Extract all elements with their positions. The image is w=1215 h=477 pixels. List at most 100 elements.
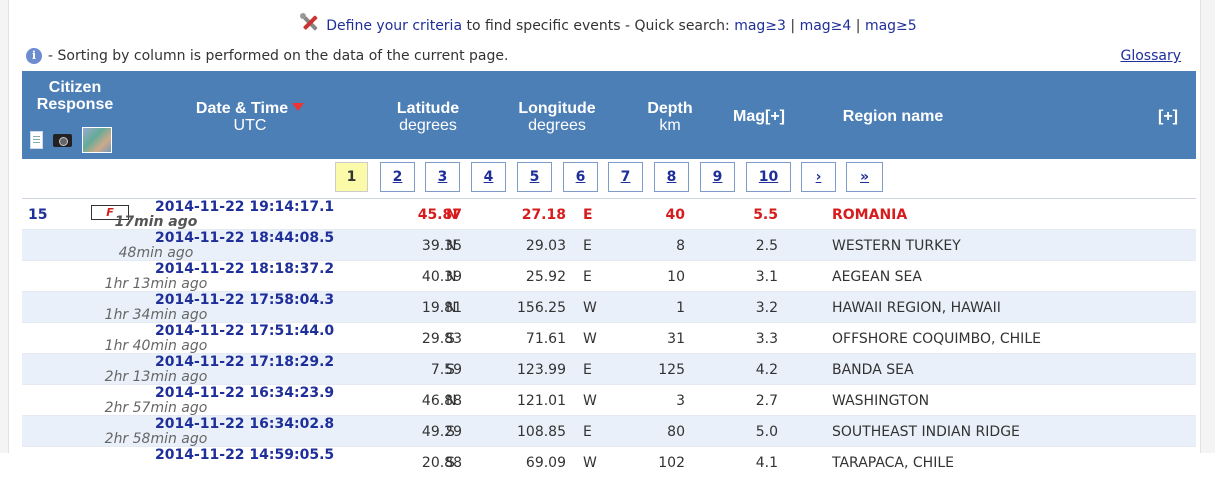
magnitude-value: 5.0 <box>755 424 778 440</box>
time-ago-label: 1hr 13min ago <box>104 276 208 292</box>
event-datetime-link[interactable]: 2014-11-22 18:18:37.2 <box>155 262 334 277</box>
depth-value: 102 <box>658 455 685 471</box>
time-ago-label: 48min ago <box>118 245 194 261</box>
depth-label: Depth <box>647 100 693 117</box>
time-ago-label: 1hr 34min ago <box>104 307 208 323</box>
latitude-direction: N <box>446 393 457 409</box>
expand-columns-button[interactable]: [+] <box>1148 108 1188 125</box>
longitude-value: 121.01 <box>517 393 566 409</box>
search-criteria-bar: Define your criteria to find specific ev… <box>0 12 1215 34</box>
time-ago-label: 2hr 13min ago <box>104 369 208 385</box>
col-depth[interactable]: Depth km <box>632 100 708 134</box>
vertical-scrollbar[interactable] <box>1200 0 1215 453</box>
page-button-3[interactable]: 3 <box>425 162 460 192</box>
latitude-direction: N <box>446 207 458 223</box>
region-name: WASHINGTON <box>832 393 930 409</box>
next-page-button[interactable]: › <box>801 162 836 192</box>
event-row[interactable]: 2014-11-22 18:44:08.5 48min ago 39.35 N 29.0… <box>22 229 1196 260</box>
event-datetime-link[interactable]: 2014-11-22 17:58:04.3 <box>155 293 334 308</box>
latitude-direction: N <box>446 300 457 316</box>
expand-label: [+] <box>1158 108 1178 125</box>
longitude-value: 123.99 <box>517 362 566 378</box>
event-datetime-link[interactable]: 2014-11-22 18:44:08.5 <box>155 231 334 246</box>
magnitude-value: 2.5 <box>755 238 778 254</box>
events-table-body: 15 F 2014-11-22 19:14:17.1 17min ago 45.87 N 2… <box>22 198 1196 477</box>
page-button-9[interactable]: 9 <box>700 162 735 192</box>
page-button-1[interactable]: 1 <box>335 162 368 192</box>
sort-desc-icon <box>292 103 305 111</box>
page-button-7[interactable]: 7 <box>608 162 643 192</box>
longitude-unit: degrees <box>528 117 586 134</box>
col-latitude[interactable]: Latitude degrees <box>378 100 478 134</box>
page-button-6[interactable]: 6 <box>563 162 598 192</box>
region-name: BANDA SEA <box>832 362 914 378</box>
page-button-10[interactable]: 10 <box>746 162 791 192</box>
date-label: Date & Time <box>195 100 289 117</box>
latitude-value: 29.83 <box>421 331 462 347</box>
quick-search-mag5[interactable]: mag≥5 <box>865 18 917 34</box>
last-page-button[interactable]: » <box>846 162 883 192</box>
latitude-value: 20.88 <box>421 455 462 471</box>
page-button-8[interactable]: 8 <box>654 162 689 192</box>
event-row[interactable]: 2014-11-22 14:59:05.5 20.88 S 69.09 W 102 4.1 T… <box>22 446 1196 477</box>
left-edge <box>0 0 9 453</box>
latitude-direction: S <box>446 362 455 378</box>
event-datetime-link[interactable]: 2014-11-22 19:14:17.1 <box>155 200 334 215</box>
latitude-label: Latitude <box>396 100 460 117</box>
region-name: OFFSHORE COQUIMBO, CHILE <box>832 331 1041 347</box>
define-criteria-link[interactable]: Define your criteria <box>326 18 462 34</box>
col-region[interactable]: Region name <box>818 108 968 125</box>
latitude-direction: N <box>446 269 457 285</box>
event-datetime-link[interactable]: 2014-11-22 16:34:02.8 <box>155 417 334 432</box>
page-button-5[interactable]: 5 <box>517 162 552 192</box>
page-button-2[interactable]: 2 <box>380 162 415 192</box>
magnitude-value: 4.1 <box>755 455 778 471</box>
event-row[interactable]: 2014-11-22 16:34:23.9 2hr 57min ago 46.88 N… <box>22 384 1196 415</box>
latitude-direction: N <box>446 238 457 254</box>
quick-search-mag4[interactable]: mag≥4 <box>800 18 852 34</box>
magnitude-label: Mag[+] <box>733 108 785 125</box>
latitude-direction: S <box>446 455 455 471</box>
event-row[interactable]: 2014-11-22 17:58:04.3 1hr 34min ago 19.81 N… <box>22 291 1196 322</box>
region-name: TARAPACA, CHILE <box>832 455 954 471</box>
event-datetime-link[interactable]: 2014-11-22 14:59:05.5 <box>155 448 334 463</box>
separator: | <box>851 18 865 34</box>
sorting-note-text: - Sorting by column is performed on the … <box>48 48 509 64</box>
event-datetime-link[interactable]: 2014-11-22 17:18:29.2 <box>155 355 334 370</box>
glossary-link[interactable]: Glossary <box>1120 48 1181 64</box>
event-row[interactable]: 2014-11-22 17:18:29.2 2hr 13min ago 7.59 S 1… <box>22 353 1196 384</box>
depth-value: 125 <box>658 362 685 378</box>
col-magnitude[interactable]: Mag[+] <box>716 108 802 125</box>
latitude-direction: S <box>446 424 455 440</box>
latitude-value: 49.29 <box>421 424 462 440</box>
separator: | <box>785 18 800 34</box>
quick-search-mag3[interactable]: mag≥3 <box>734 18 786 34</box>
event-row[interactable]: 15 F 2014-11-22 19:14:17.1 17min ago 45.87 N 2… <box>22 198 1196 229</box>
depth-value: 80 <box>667 424 685 440</box>
col-longitude[interactable]: Longitude degrees <box>502 100 612 134</box>
depth-value: 3 <box>676 393 685 409</box>
depth-value: 31 <box>667 331 685 347</box>
map-thumbnail-icon[interactable] <box>82 127 112 153</box>
time-ago-label: 2hr 58min ago <box>104 431 208 447</box>
page-button-4[interactable]: 4 <box>471 162 506 192</box>
event-datetime-link[interactable]: 2014-11-22 17:51:44.0 <box>155 324 334 339</box>
col-citizen-response[interactable]: Citizen Response <box>22 79 128 113</box>
region-name: WESTERN TURKEY <box>832 238 961 254</box>
longitude-direction: W <box>583 455 597 471</box>
camera-icon[interactable] <box>53 133 72 147</box>
longitude-value: 108.85 <box>517 424 566 440</box>
event-row[interactable]: 2014-11-22 16:34:02.8 2hr 58min ago 49.29 S… <box>22 415 1196 446</box>
event-row[interactable]: 2014-11-22 17:51:44.0 1hr 40min ago 29.83 S… <box>22 322 1196 353</box>
depth-value: 8 <box>676 238 685 254</box>
col-date-time[interactable]: Date & Time UTC <box>172 100 328 134</box>
tools-icon <box>298 12 322 34</box>
depth-value: 1 <box>676 300 685 316</box>
longitude-value: 29.03 <box>525 238 566 254</box>
sorting-note: i - Sorting by column is performed on th… <box>26 48 508 64</box>
testimony-document-icon[interactable] <box>30 131 43 149</box>
event-datetime-link[interactable]: 2014-11-22 16:34:23.9 <box>155 386 334 401</box>
event-row[interactable]: 2014-11-22 18:18:37.2 1hr 13min ago 40.39 N… <box>22 260 1196 291</box>
longitude-direction: E <box>583 424 592 440</box>
magnitude-value: 2.7 <box>755 393 778 409</box>
